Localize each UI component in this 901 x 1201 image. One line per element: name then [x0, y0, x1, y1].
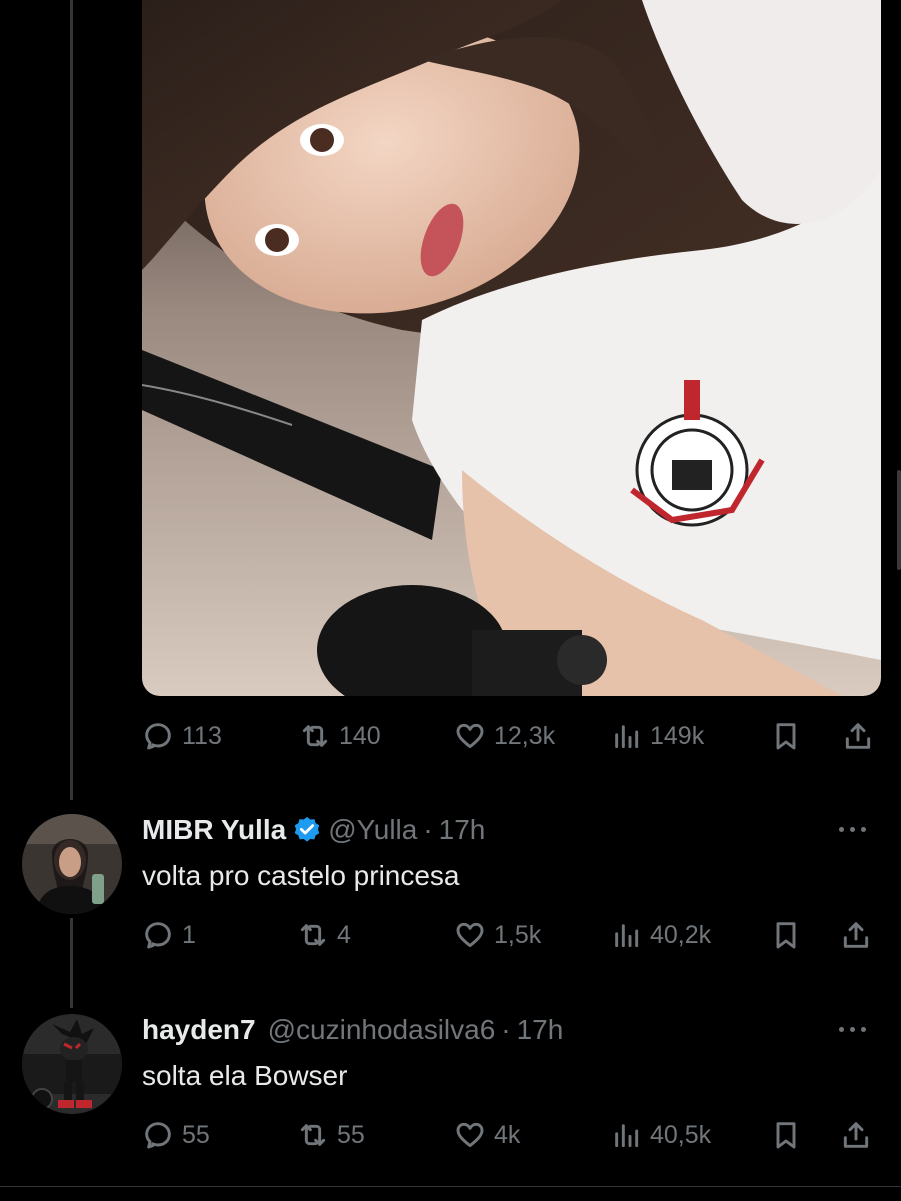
post-photo[interactable] [142, 0, 881, 696]
retweet-icon [300, 924, 326, 946]
reply-icon [145, 723, 171, 750]
retweet-button[interactable]: 140 [299, 716, 381, 756]
more-icon-dot [861, 1027, 866, 1032]
like-count: 1,5k [494, 920, 542, 949]
reply-button[interactable]: 1 [142, 915, 196, 955]
like-icon [456, 1122, 484, 1148]
reply-actions: 55 55 4k 40,5k [142, 1115, 882, 1155]
retweet-count: 140 [339, 721, 381, 750]
reply-icon [145, 922, 171, 949]
more-icon [839, 1027, 844, 1032]
more-options-button[interactable] [833, 1014, 873, 1044]
display-name[interactable]: MIBR Yulla [142, 814, 286, 846]
timestamp[interactable]: 17h [439, 814, 486, 846]
views-count: 40,2k [650, 920, 712, 949]
post-photo-image [142, 0, 881, 696]
separator: · [501, 1014, 511, 1045]
views-button[interactable]: 40,5k [610, 1115, 711, 1155]
avatar[interactable] [22, 814, 122, 914]
more-icon [839, 827, 844, 832]
retweet-count: 4 [337, 920, 351, 949]
more-icon-dot [861, 827, 866, 832]
share-button[interactable] [840, 1115, 872, 1155]
views-count: 40,5k [650, 1120, 712, 1149]
more-options-button[interactable] [833, 814, 873, 844]
user-handle[interactable]: @cuzinhodasilva6 [268, 1014, 496, 1046]
share-button[interactable] [842, 716, 874, 756]
retweet-count: 55 [337, 1120, 365, 1149]
display-name[interactable]: hayden7 [142, 1014, 256, 1046]
like-count: 4k [494, 1120, 521, 1149]
views-icon [615, 1124, 639, 1148]
avatar-image [22, 814, 122, 914]
verified-icon [294, 816, 320, 842]
reply-item[interactable]: MIBR Yulla @Yulla · 17h volta pro castelo … [0, 800, 901, 980]
bookmark-icon [776, 922, 796, 949]
views-button[interactable]: 40,2k [610, 915, 711, 955]
share-icon [843, 922, 869, 948]
separator: · [423, 814, 433, 845]
more-icon-dot [850, 1027, 855, 1032]
bookmark-icon [776, 1122, 796, 1149]
reply-text: solta ela Bowser [142, 1060, 348, 1091]
retweet-icon [300, 1124, 326, 1146]
reply-item[interactable]: hayden7 @cuzinhodasilva6 · 17h solta ela B… [0, 1000, 901, 1186]
retweet-icon [302, 725, 328, 747]
reply-count: 113 [182, 721, 222, 750]
scrollbar[interactable] [897, 470, 901, 570]
views-icon [615, 924, 639, 948]
reply-text: volta pro castelo princesa [142, 860, 460, 891]
reply-count: 1 [182, 920, 196, 949]
reply-count: 55 [182, 1120, 210, 1149]
retweet-button[interactable]: 55 [297, 1115, 365, 1155]
like-icon [456, 922, 484, 948]
avatar-image [22, 1014, 122, 1114]
timestamp[interactable]: 17h [517, 1014, 564, 1046]
share-button[interactable] [840, 915, 872, 955]
bottom-divider [0, 1186, 901, 1201]
like-icon [456, 723, 484, 749]
reply-actions: 1 4 1,5k 40,2k [142, 915, 882, 955]
like-button[interactable]: 1,5k [454, 915, 541, 955]
reply-button[interactable]: 113 [142, 716, 222, 756]
post-actions: 113 140 12,3k 149k [142, 716, 882, 756]
thread-line [70, 0, 73, 800]
views-count: 149k [650, 721, 705, 750]
retweet-button[interactable]: 4 [297, 915, 351, 955]
share-icon [843, 1122, 869, 1148]
reply-header: MIBR Yulla @Yulla · 17h [142, 814, 485, 846]
like-button[interactable]: 4k [454, 1115, 520, 1155]
like-button[interactable]: 12,3k [454, 716, 555, 756]
bookmark-icon [776, 723, 796, 750]
bookmark-button[interactable] [770, 1115, 802, 1155]
like-count: 12,3k [494, 721, 556, 750]
bookmark-button[interactable] [770, 716, 802, 756]
reply-button[interactable]: 55 [142, 1115, 210, 1155]
avatar[interactable] [22, 1014, 122, 1114]
views-icon [615, 725, 639, 749]
more-icon-dot [850, 827, 855, 832]
views-button[interactable]: 149k [610, 716, 704, 756]
bookmark-button[interactable] [770, 915, 802, 955]
reply-icon [145, 1122, 171, 1149]
reply-header: hayden7 @cuzinhodasilva6 · 17h [142, 1014, 563, 1046]
user-handle[interactable]: @Yulla [328, 814, 417, 846]
share-icon [845, 723, 871, 749]
